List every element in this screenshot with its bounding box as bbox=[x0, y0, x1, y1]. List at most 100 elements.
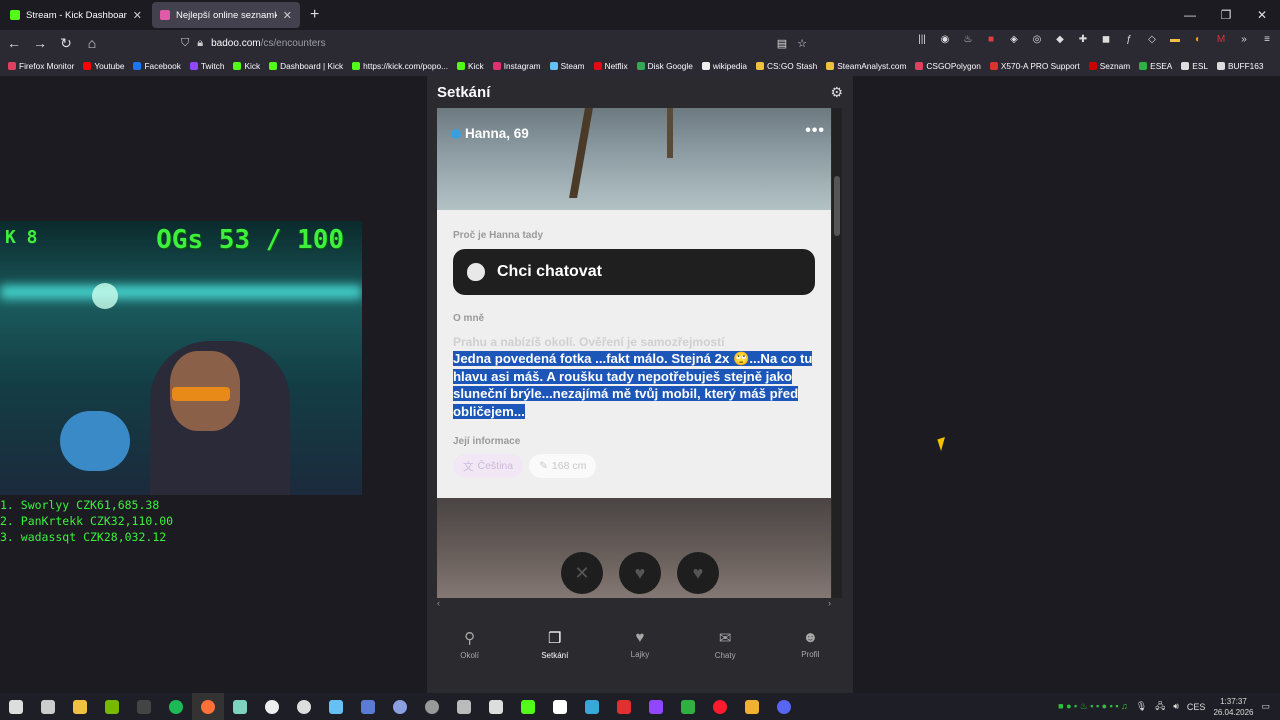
taskbar-app[interactable] bbox=[128, 693, 160, 720]
bookmark-firefox-monitor[interactable]: Firefox Monitor bbox=[8, 61, 74, 71]
scroll-right-icon[interactable]: › bbox=[828, 598, 831, 608]
start-button[interactable] bbox=[0, 693, 32, 720]
taskbar-app[interactable] bbox=[608, 693, 640, 720]
bookmark-csgopolygon[interactable]: CSGOPolygon bbox=[915, 61, 981, 71]
maximize-button[interactable]: ❐ bbox=[1208, 0, 1244, 30]
minimize-button[interactable]: — bbox=[1172, 0, 1208, 30]
ext-icon[interactable]: ▬ bbox=[1168, 34, 1182, 48]
taskbar-app[interactable] bbox=[32, 693, 64, 720]
bookmark-buff163[interactable]: BUFF163 bbox=[1216, 61, 1264, 71]
taskbar-app[interactable] bbox=[96, 693, 128, 720]
tab-badoo[interactable]: Nejlepší online seznamka zdarm ✕ bbox=[152, 2, 300, 28]
vertical-scrollbar[interactable] bbox=[832, 108, 842, 598]
taskbar-app[interactable] bbox=[224, 693, 256, 720]
taskbar-app[interactable] bbox=[768, 693, 800, 720]
new-tab-button[interactable]: + bbox=[310, 6, 319, 24]
bookmark-esea[interactable]: ESEA bbox=[1139, 61, 1172, 71]
notification-icon[interactable]: ▭ bbox=[1261, 701, 1270, 712]
bookmark-twitch[interactable]: Twitch bbox=[189, 61, 224, 71]
shield-icon[interactable]: ⛉ bbox=[181, 37, 189, 50]
profile-card[interactable]: Hanna, 69 ••• Proč je Hanna tady Chci ch… bbox=[437, 108, 831, 598]
ext-icon[interactable]: ◼ bbox=[1099, 34, 1113, 48]
close-window-button[interactable]: ✕ bbox=[1244, 0, 1280, 30]
close-icon[interactable]: ✕ bbox=[133, 9, 142, 22]
bookmark-disk-google[interactable]: Disk Google bbox=[636, 61, 693, 71]
forward-button[interactable]: → bbox=[28, 35, 52, 51]
profile-photo[interactable] bbox=[437, 108, 831, 210]
menu-icon[interactable]: ≡ bbox=[1260, 34, 1274, 48]
nav-setkani[interactable]: ❐ Setkání bbox=[525, 621, 585, 681]
home-button[interactable]: ⌂ bbox=[80, 35, 104, 51]
bookmark-kick-2[interactable]: Kick bbox=[457, 61, 484, 71]
microphone-icon[interactable]: 🎙︎ bbox=[1136, 701, 1147, 712]
reload-button[interactable]: ↻ bbox=[54, 35, 78, 52]
bookmark-steamanalyst[interactable]: SteamAnalyst.com bbox=[826, 61, 906, 71]
taskbar-app[interactable] bbox=[320, 693, 352, 720]
puzzle-icon[interactable]: ✚ bbox=[1076, 34, 1090, 48]
network-icon[interactable]: 🖧 bbox=[1155, 699, 1165, 715]
filter-icon[interactable]: ⚙ bbox=[830, 84, 843, 101]
tab-kick-dashboard[interactable]: Stream - Kick Dashboard ✕ bbox=[2, 2, 150, 28]
taskbar-app[interactable] bbox=[512, 693, 544, 720]
bookmark-kick-popo[interactable]: https://kick.com/popo... bbox=[352, 61, 448, 71]
more-options-icon[interactable]: ••• bbox=[805, 122, 825, 140]
taskbar-app[interactable] bbox=[384, 693, 416, 720]
scroll-left-icon[interactable]: ‹ bbox=[437, 598, 440, 608]
bookmark-x570[interactable]: X570-A PRO Support bbox=[989, 61, 1080, 71]
ext-icon[interactable]: ◐ bbox=[1191, 34, 1205, 48]
taskbar-app[interactable] bbox=[544, 693, 576, 720]
lock-icon[interactable]: 🔒︎ bbox=[197, 37, 203, 50]
taskbar-app[interactable] bbox=[576, 693, 608, 720]
taskbar-app[interactable] bbox=[672, 693, 704, 720]
adblock-ext-icon[interactable]: ■ bbox=[984, 34, 998, 48]
ext-icon[interactable]: ◇ bbox=[1145, 34, 1159, 48]
nav-okoli[interactable]: ⚲ Okolí bbox=[440, 621, 500, 681]
taskbar-app[interactable] bbox=[160, 693, 192, 720]
taskbar-app[interactable] bbox=[288, 693, 320, 720]
scrollbar-thumb[interactable] bbox=[834, 176, 840, 236]
taskbar-app[interactable] bbox=[736, 693, 768, 720]
bookmark-netflix[interactable]: Netflix bbox=[593, 61, 628, 71]
nav-profil[interactable]: ☻ Profil bbox=[780, 621, 840, 681]
bookmark-seznam[interactable]: Seznam bbox=[1088, 61, 1130, 71]
bookmark-kick-dashboard[interactable]: Dashboard | Kick bbox=[269, 61, 343, 71]
bookmark-esl[interactable]: ESL bbox=[1181, 61, 1208, 71]
taskbar-app[interactable] bbox=[352, 693, 384, 720]
library-icon[interactable]: ||| bbox=[915, 34, 929, 48]
bookmark-steam[interactable]: Steam bbox=[549, 61, 585, 71]
taskbar-app[interactable] bbox=[704, 693, 736, 720]
taskbar-app[interactable] bbox=[256, 693, 288, 720]
close-icon[interactable]: ✕ bbox=[283, 9, 292, 22]
back-button[interactable]: ← bbox=[2, 35, 26, 51]
bookmark-star-icon[interactable]: ☆ bbox=[797, 37, 807, 50]
bookmark-facebook[interactable]: Facebook bbox=[133, 61, 181, 71]
taskbar-app[interactable] bbox=[64, 693, 96, 720]
bookmark-youtube[interactable]: Youtube bbox=[83, 61, 124, 71]
overflow-icon[interactable]: » bbox=[1237, 34, 1251, 48]
taskbar-app[interactable] bbox=[480, 693, 512, 720]
clock[interactable]: 1:37:37 26.04.2026 bbox=[1213, 696, 1253, 718]
steam-ext-icon[interactable]: ♨ bbox=[961, 34, 975, 48]
taskbar-app[interactable] bbox=[448, 693, 480, 720]
volume-icon[interactable]: 🔊︎ bbox=[1173, 701, 1179, 712]
taskbar-app[interactable] bbox=[640, 693, 672, 720]
ext-icon[interactable]: ƒ bbox=[1122, 34, 1136, 48]
ext-icon[interactable]: ◈ bbox=[1007, 34, 1021, 48]
nav-chaty[interactable]: ✉ Chaty bbox=[695, 621, 755, 681]
ext-icon[interactable]: M bbox=[1214, 34, 1228, 48]
bookmark-wikipedia[interactable]: wikipedia bbox=[701, 61, 747, 71]
bookmark-kick[interactable]: Kick bbox=[233, 61, 260, 71]
taskbar-app[interactable] bbox=[192, 693, 224, 720]
taskbar-app[interactable] bbox=[416, 693, 448, 720]
reader-view-icon[interactable]: ▤ bbox=[777, 37, 787, 50]
bookmark-csgo-stash[interactable]: CS:GO Stash bbox=[755, 61, 817, 71]
tray-icons[interactable]: ■ ● ▪ ♨ ▪ ▪ ● ▪ ▪ ♫ bbox=[1058, 701, 1128, 712]
ext-icon[interactable]: ◎ bbox=[1030, 34, 1044, 48]
horizontal-scrollbar[interactable]: ‹ › bbox=[437, 598, 831, 608]
like-button[interactable]: ♥ bbox=[677, 552, 719, 594]
language-indicator[interactable]: CES bbox=[1187, 702, 1206, 712]
url-bar[interactable]: ⛉ 🔒︎ badoo.com/cs/encounters ▤ ☆ bbox=[175, 33, 815, 53]
account-icon[interactable]: ◉ bbox=[938, 34, 952, 48]
want-to-chat-button[interactable]: Chci chatovat bbox=[453, 249, 815, 295]
ext-icon[interactable]: ◆ bbox=[1053, 34, 1067, 48]
